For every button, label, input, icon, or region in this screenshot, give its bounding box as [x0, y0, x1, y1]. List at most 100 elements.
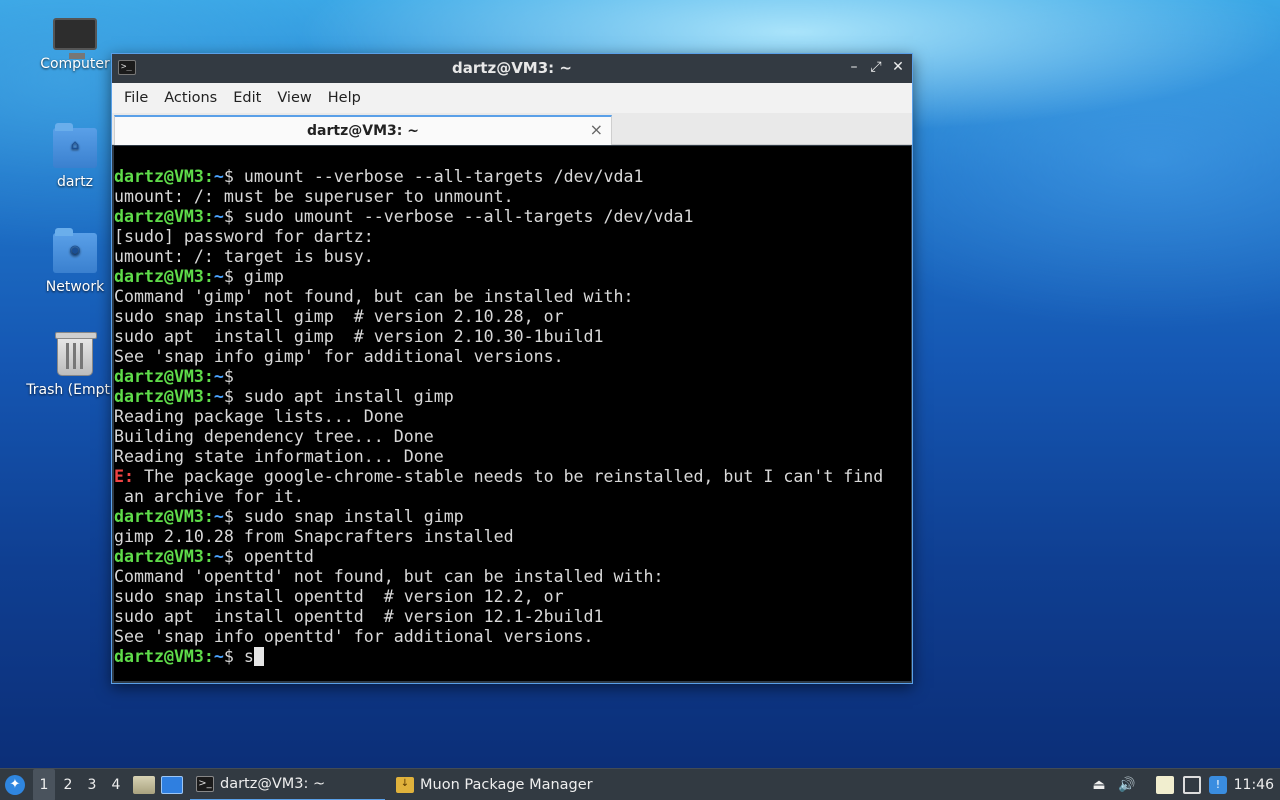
- terminal-line: gimp 2.10.28 from Snapcrafters installed: [114, 527, 911, 547]
- prompt-path: ~: [213, 267, 224, 286]
- desktop-icon-trash[interactable]: Trash (Empty): [25, 332, 125, 398]
- desktop-icon-computer[interactable]: Computer: [25, 18, 125, 72]
- workspace-4[interactable]: 4: [105, 769, 127, 800]
- taskbar: ✦ 1 2 3 4 >_ dartz@VM3: ~ ↓ Muon Package…: [0, 768, 1280, 800]
- desktop-icon-label: Network: [45, 279, 105, 295]
- prompt-user: dartz@VM3:: [114, 267, 214, 286]
- terminal-line: dartz@VM3:~$ sudo snap install gimp: [114, 507, 911, 527]
- menu-actions[interactable]: Actions: [156, 90, 225, 106]
- home-folder-icon: ⌂: [53, 123, 97, 168]
- workspace-3[interactable]: 3: [81, 769, 103, 800]
- terminal-line: dartz@VM3:~$ gimp: [114, 267, 911, 287]
- menu-help[interactable]: Help: [320, 90, 369, 106]
- command-text: $: [223, 367, 234, 386]
- output-text: [sudo] password for dartz:: [114, 227, 374, 246]
- menu-edit[interactable]: Edit: [225, 90, 269, 106]
- prompt-path: ~: [213, 167, 224, 186]
- task-terminal[interactable]: >_ dartz@VM3: ~: [190, 769, 385, 800]
- prompt-path: ~: [213, 387, 224, 406]
- terminal-line: dartz@VM3:~$ s: [114, 647, 911, 667]
- quicklaunch-file-manager[interactable]: [133, 769, 155, 800]
- output-text: Command 'gimp' not found, but can be ins…: [114, 287, 634, 306]
- prompt-user: dartz@VM3:: [114, 387, 214, 406]
- command-text: $ umount --verbose --all-targets /dev/vd…: [223, 167, 644, 186]
- output-text: sudo apt install gimp # version 2.10.30-…: [114, 327, 604, 346]
- terminal-line: sudo apt install gimp # version 2.10.30-…: [114, 327, 911, 347]
- start-menu-button[interactable]: ✦: [5, 769, 27, 800]
- workspace-1[interactable]: 1: [33, 769, 55, 800]
- output-text: sudo snap install gimp # version 2.10.28…: [114, 307, 564, 326]
- output-text: The package google-chrome-stable needs t…: [133, 467, 884, 486]
- terminal-line: Reading state information... Done: [114, 447, 911, 467]
- terminal-line: sudo snap install gimp # version 2.10.28…: [114, 307, 911, 327]
- tab-close-icon[interactable]: ×: [590, 120, 603, 139]
- menu-view[interactable]: View: [269, 90, 319, 106]
- terminal-line: dartz@VM3:~$: [114, 367, 911, 387]
- menu-file[interactable]: File: [116, 90, 156, 106]
- tray-eject[interactable]: ⏏: [1090, 769, 1108, 800]
- terminal-line: an archive for it.: [114, 487, 911, 507]
- network-icon: [1183, 776, 1201, 794]
- prompt-user: dartz@VM3:: [114, 507, 214, 526]
- tray-clipboard[interactable]: [1156, 769, 1174, 800]
- prompt-user: dartz@VM3:: [114, 547, 214, 566]
- error-prefix: E:: [114, 467, 134, 486]
- prompt-path: ~: [213, 647, 224, 666]
- output-text: umount: /: target is busy.: [114, 247, 374, 266]
- prompt-path: ~: [213, 547, 224, 566]
- terminal-line: dartz@VM3:~$ sudo umount --verbose --all…: [114, 207, 911, 227]
- terminal-line: Reading package lists... Done: [114, 407, 911, 427]
- terminal-line: dartz@VM3:~$ openttd: [114, 547, 911, 567]
- output-text: Reading package lists... Done: [114, 407, 404, 426]
- task-muon[interactable]: ↓ Muon Package Manager: [390, 769, 610, 800]
- terminal-line: See 'snap info gimp' for additional vers…: [114, 347, 911, 367]
- terminal-output[interactable]: dartz@VM3:~$ umount --verbose --all-targ…: [114, 146, 911, 681]
- terminal-line: sudo snap install openttd # version 12.2…: [114, 587, 911, 607]
- clock[interactable]: 11:46: [1234, 769, 1274, 800]
- command-text: $ sudo umount --verbose --all-targets /d…: [223, 207, 694, 226]
- desktop-icon-network[interactable]: ◉ Network: [25, 228, 125, 295]
- eject-icon: ⏏: [1092, 777, 1106, 793]
- terminal-window[interactable]: >_ dartz@VM3: ~ – ⤢ ✕ File Actions Edit …: [111, 53, 913, 684]
- output-text: Command 'openttd' not found, but can be …: [114, 567, 664, 586]
- terminal-line: umount: /: target is busy.: [114, 247, 911, 267]
- terminal-line: dartz@VM3:~$ umount --verbose --all-targ…: [114, 167, 911, 187]
- tray-volume[interactable]: 🔊: [1118, 769, 1136, 800]
- task-label: dartz@VM3: ~: [220, 776, 326, 792]
- tab-label: dartz@VM3: ~: [307, 123, 419, 139]
- tab-terminal[interactable]: dartz@VM3: ~ ×: [114, 115, 612, 145]
- command-text: $ openttd: [223, 547, 314, 566]
- command-text: $ s: [223, 647, 254, 666]
- prompt-path: ~: [213, 507, 224, 526]
- window-titlebar[interactable]: >_ dartz@VM3: ~ – ⤢ ✕: [112, 54, 912, 83]
- desktop-icon-label: dartz: [56, 174, 94, 190]
- tab-bar: dartz@VM3: ~ ×: [112, 113, 912, 145]
- output-text: sudo snap install openttd # version 12.2…: [114, 587, 564, 606]
- output-text: Building dependency tree... Done: [114, 427, 434, 446]
- close-button[interactable]: ✕: [890, 58, 906, 76]
- tray-network[interactable]: [1183, 769, 1201, 800]
- quicklaunch-show-desktop[interactable]: [161, 769, 183, 800]
- window-title: dartz@VM3: ~: [452, 59, 572, 77]
- output-text: See 'snap info gimp' for additional vers…: [114, 347, 564, 366]
- tray-updates[interactable]: !: [1209, 769, 1227, 800]
- desktop-icon-home[interactable]: ⌂ dartz: [25, 123, 125, 190]
- terminal-line: sudo apt install openttd # version 12.1-…: [114, 607, 911, 627]
- terminal-line: umount: /: must be superuser to unmount.: [114, 187, 911, 207]
- trash-icon: [55, 332, 97, 376]
- command-text: $ gimp: [223, 267, 284, 286]
- prompt-path: ~: [213, 207, 224, 226]
- command-text: $ sudo apt install gimp: [223, 387, 454, 406]
- lubuntu-logo-icon: ✦: [5, 775, 25, 795]
- prompt-path: ~: [213, 367, 224, 386]
- minimize-button[interactable]: –: [846, 58, 862, 76]
- show-desktop-icon: [161, 776, 183, 794]
- prompt-user: dartz@VM3:: [114, 367, 214, 386]
- maximize-button[interactable]: ⤢: [868, 58, 884, 76]
- package-manager-icon: ↓: [396, 777, 414, 793]
- terminal-line: Command 'openttd' not found, but can be …: [114, 567, 911, 587]
- workspace-2[interactable]: 2: [57, 769, 79, 800]
- prompt-user: dartz@VM3:: [114, 167, 214, 186]
- updates-icon: !: [1209, 776, 1227, 794]
- terminal-icon: >_: [196, 776, 214, 792]
